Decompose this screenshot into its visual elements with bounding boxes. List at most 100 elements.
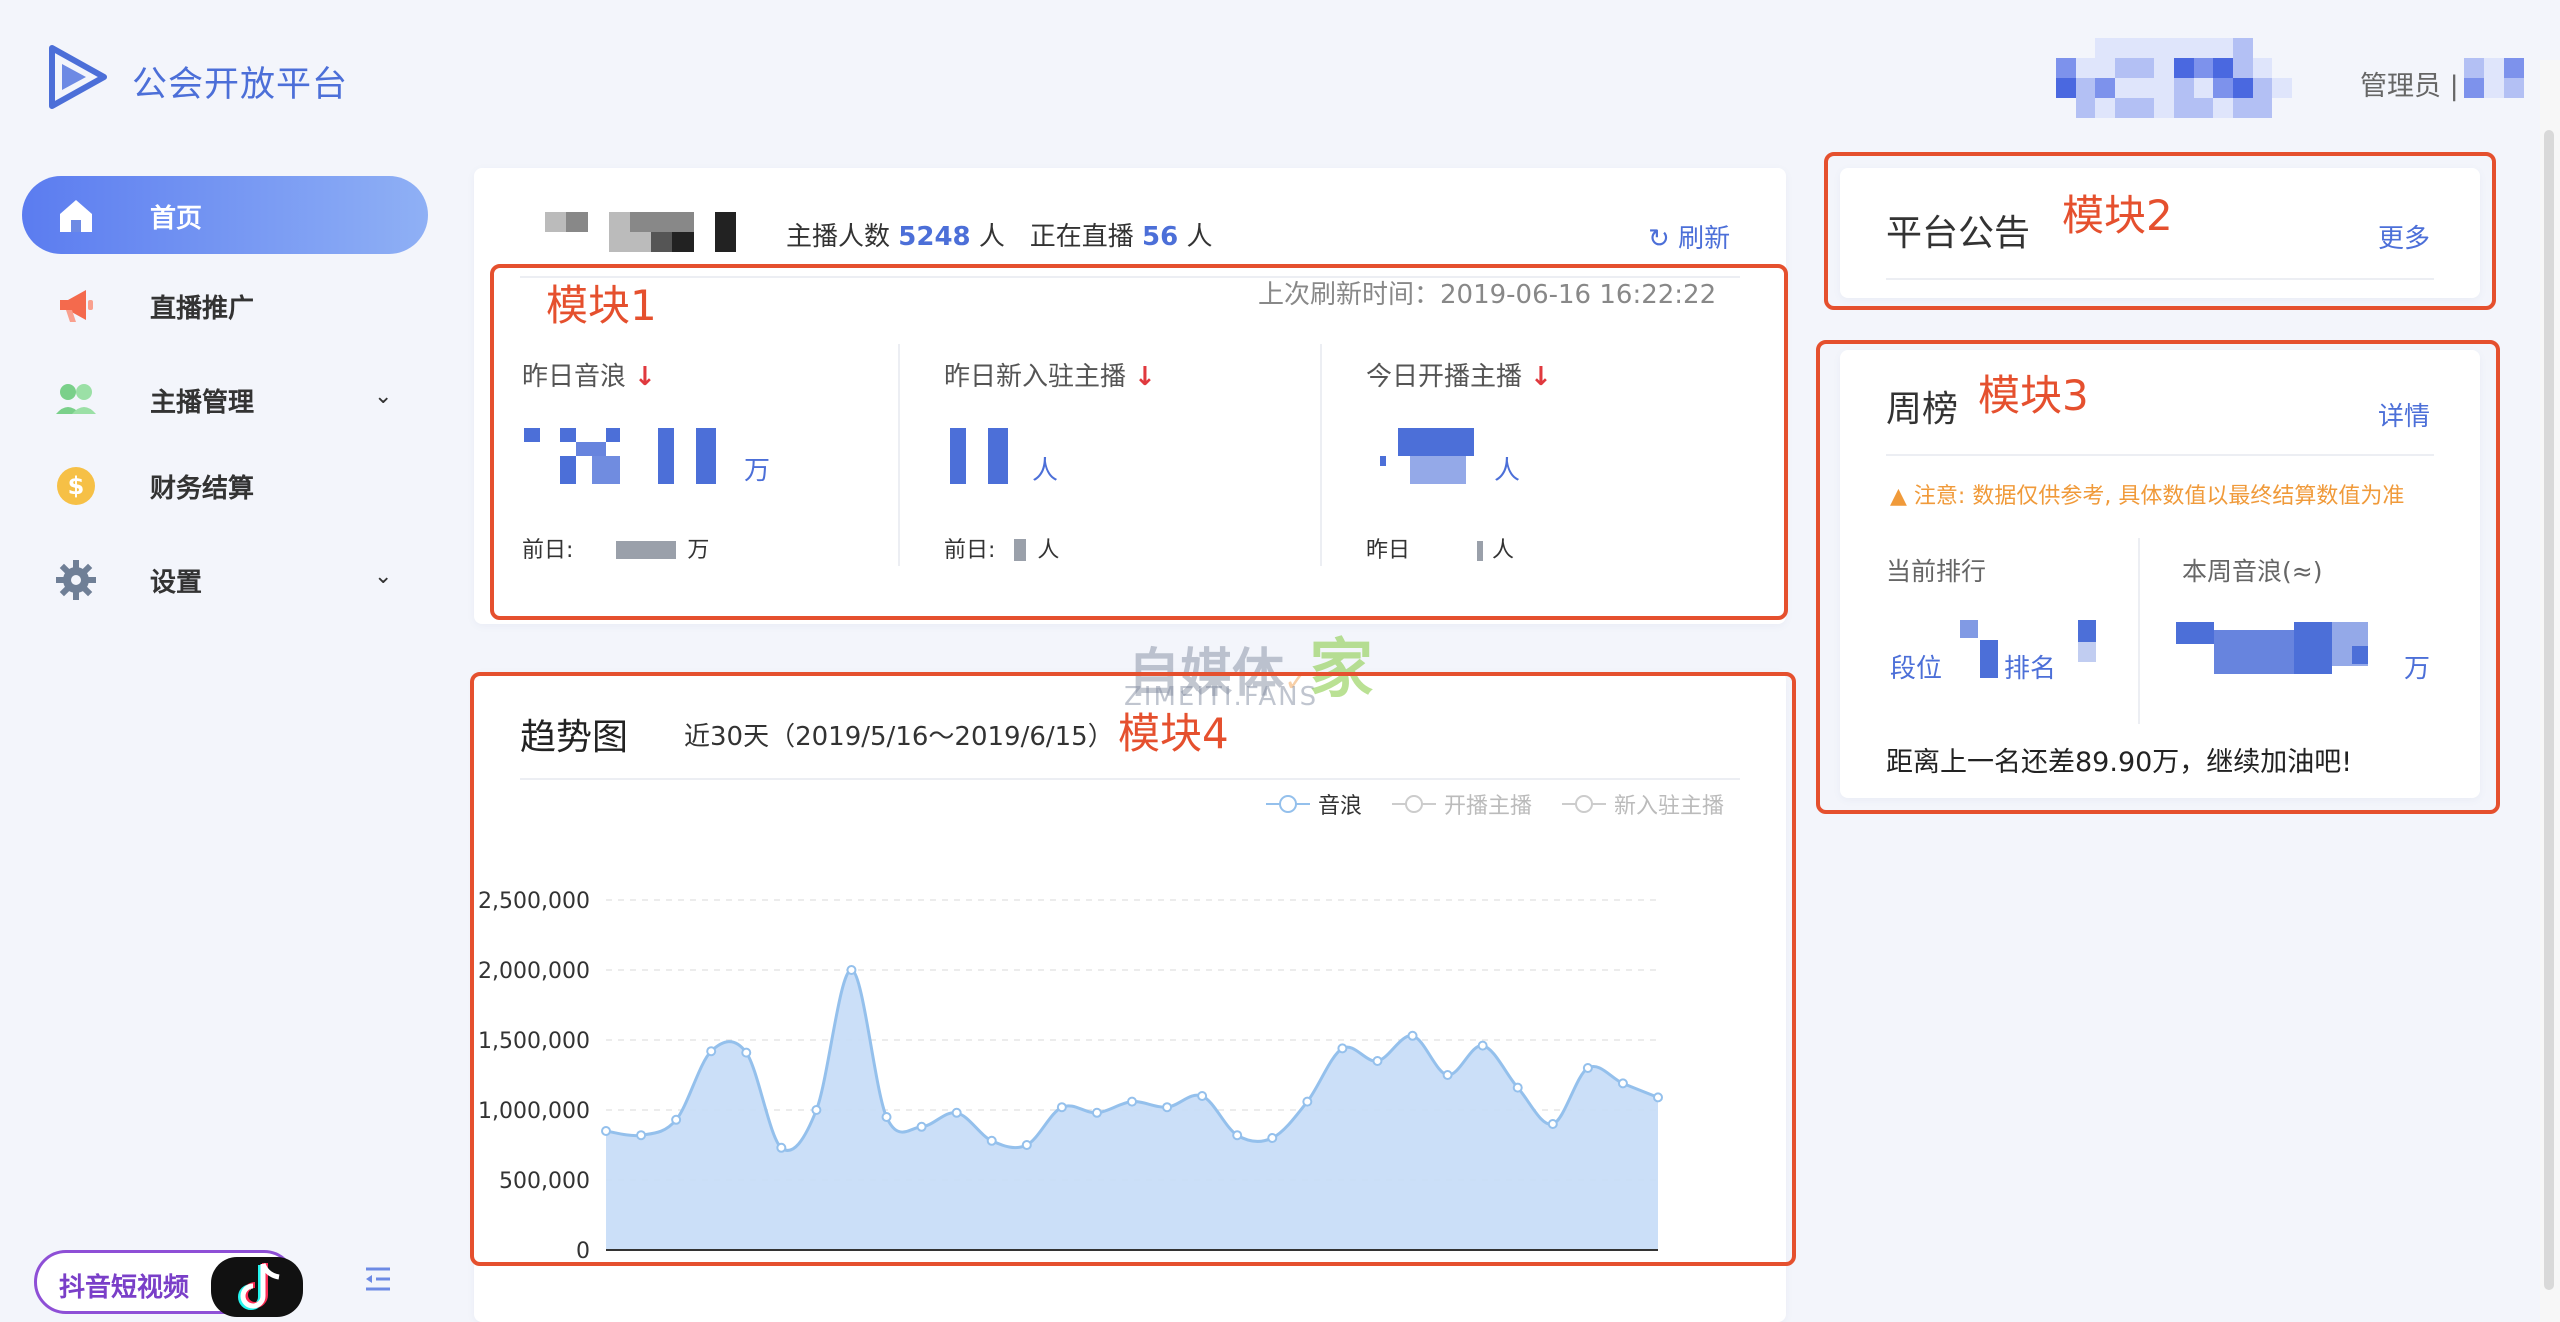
mosaic-cell: [714, 232, 736, 252]
mosaic-cell: [2154, 78, 2174, 98]
mosaic-cell: [2252, 78, 2273, 98]
mosaic-cell: [608, 232, 630, 252]
sidebar: 首页 直播推广 主播管理 ⌄ $ 财务结算 设置 ⌄: [0, 126, 450, 1322]
sidebar-item-anchor-management[interactable]: 主播管理 ⌄: [22, 360, 428, 438]
mosaic-cell: [2114, 98, 2135, 118]
mosaic-cell: [2232, 58, 2253, 78]
refresh-icon: ↻: [1648, 224, 1670, 254]
mosaic-cell: [2056, 58, 2076, 78]
admin-name-mosaic[interactable]: [2464, 58, 2524, 98]
svg-text:$: $: [68, 472, 85, 500]
module-3-box: [1816, 340, 2500, 814]
refresh-label: 刷新: [1678, 224, 1731, 254]
mosaic-cell: [2213, 78, 2233, 98]
mosaic-cell: [2075, 58, 2096, 78]
collapse-menu-icon[interactable]: [364, 1266, 392, 1292]
mosaic-cell: [2252, 58, 2273, 78]
mosaic-cell: [630, 212, 652, 232]
mosaic-cell: [651, 212, 673, 232]
mosaic-cell: [2134, 58, 2155, 78]
mosaic-cell: [2232, 38, 2253, 58]
mosaic-cell: [545, 212, 567, 232]
unit-person: 人: [1186, 222, 1213, 252]
mosaic-cell: [2095, 38, 2115, 58]
mosaic-cell: [2056, 78, 2076, 98]
mosaic-cell: [588, 232, 609, 252]
mosaic-cell: [2173, 78, 2194, 98]
mosaic-cell: [2272, 58, 2292, 78]
sidebar-item-home[interactable]: 首页: [22, 176, 428, 254]
guild-name-mosaic: [524, 212, 736, 252]
mosaic-cell: [2464, 78, 2484, 98]
sidebar-item-finance[interactable]: $ 财务结算: [22, 446, 428, 524]
mosaic-cell: [545, 232, 566, 252]
anchor-summary: 主播人数 5248 人 正在直播 56 人: [786, 216, 1212, 253]
module-3-label: 模块3: [1978, 371, 2089, 420]
sidebar-item-settings[interactable]: 设置 ⌄: [22, 540, 428, 618]
mosaic-cell: [2193, 78, 2214, 98]
home-icon: [60, 200, 92, 232]
sidebar-item-label: 主播管理: [150, 388, 255, 418]
mosaic-cell: [651, 232, 673, 252]
mosaic-cell: [2056, 38, 2076, 58]
megaphone-icon: [60, 290, 93, 322]
mosaic-cell: [2272, 78, 2292, 98]
gear-icon: [56, 560, 96, 600]
mosaic-cell: [2464, 58, 2484, 78]
tiktok-badge[interactable]: 抖音短视频: [34, 1250, 303, 1317]
module-4-label: 模块4: [1118, 709, 1229, 758]
page-scrollbar[interactable]: [2540, 60, 2560, 1322]
mosaic-cell: [524, 232, 545, 252]
mosaic-cell: [2154, 98, 2174, 118]
app-title: 公会开放平台: [132, 65, 349, 105]
module-1-label: 模块1: [546, 281, 657, 330]
mosaic-cell: [2056, 98, 2076, 118]
mosaic-cell: [2154, 38, 2174, 58]
mosaic-cell: [2232, 98, 2253, 118]
mosaic-cell: [566, 212, 588, 232]
tiktok-label: 抖音短视频: [59, 1273, 190, 1303]
mosaic-cell: [2272, 38, 2292, 58]
mosaic-cell: [2075, 98, 2096, 118]
mosaic-cell: [694, 212, 715, 232]
mosaic-cell: [2213, 38, 2233, 58]
refresh-button[interactable]: ↻ 刷新: [1648, 218, 1730, 255]
sidebar-item-live-promotion[interactable]: 直播推广: [22, 266, 428, 344]
sidebar-item-label: 直播推广: [150, 294, 255, 324]
admin-label: 管理员 |: [2360, 71, 2459, 102]
user-avatar-mosaic: [2056, 38, 2292, 118]
mosaic-cell: [2075, 78, 2096, 98]
mosaic-cell: [2114, 38, 2135, 58]
chevron-down-icon: ⌄: [374, 384, 393, 409]
mosaic-cell: [2095, 58, 2115, 78]
sidebar-item-label: 财务结算: [150, 474, 255, 504]
mosaic-cell: [2173, 38, 2194, 58]
mosaic-cell: [2134, 98, 2155, 118]
sidebar-item-label: 设置: [150, 568, 203, 598]
anchors-count: 5248: [898, 222, 971, 252]
mosaic-cell: [2193, 98, 2214, 118]
mosaic-cell: [2114, 78, 2135, 98]
mosaic-cell: [672, 232, 694, 252]
mosaic-cell: [2484, 58, 2504, 78]
module-4-box: [470, 672, 1796, 1266]
mosaic-cell: [2173, 98, 2194, 118]
mosaic-cell: [608, 212, 630, 232]
mosaic-cell: [588, 212, 609, 232]
mosaic-cell: [2134, 38, 2155, 58]
dollar-coin-icon: $: [57, 467, 95, 505]
mosaic-cell: [2232, 78, 2253, 98]
scrollbar-thumb[interactable]: [2544, 130, 2554, 1290]
mosaic-cell: [2114, 58, 2135, 78]
mosaic-cell: [2134, 78, 2155, 98]
live-label: 正在直播: [1029, 222, 1134, 252]
mosaic-cell: [2154, 58, 2174, 78]
mosaic-cell: [714, 212, 736, 232]
mosaic-cell: [2095, 98, 2115, 118]
tiktok-logo-icon: [211, 1257, 303, 1317]
sidebar-item-label: 首页: [150, 204, 203, 234]
mosaic-cell: [2095, 78, 2115, 98]
mosaic-cell: [2193, 58, 2214, 78]
mosaic-cell: [2504, 58, 2524, 78]
mosaic-cell: [2213, 58, 2233, 78]
